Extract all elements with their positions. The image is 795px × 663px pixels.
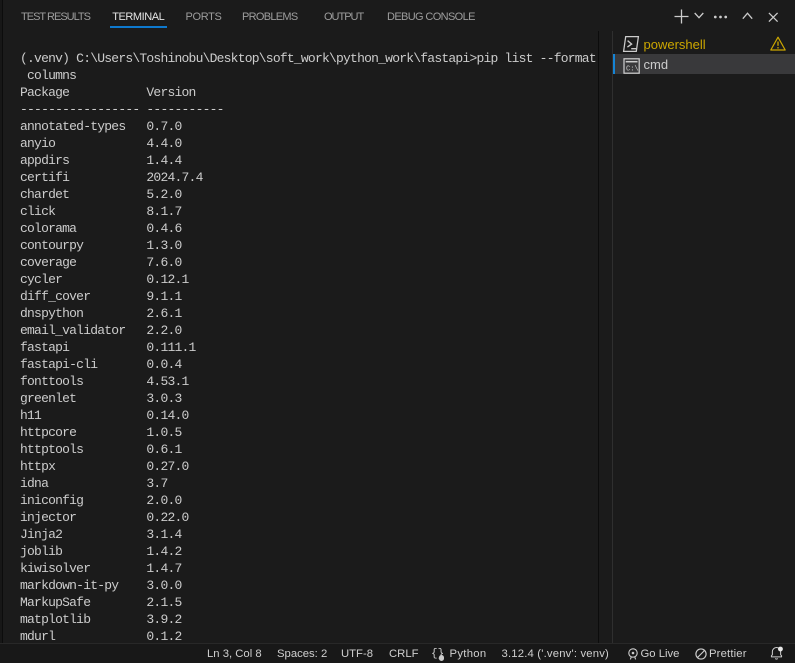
svg-text:C:\: C:\ (626, 65, 639, 73)
